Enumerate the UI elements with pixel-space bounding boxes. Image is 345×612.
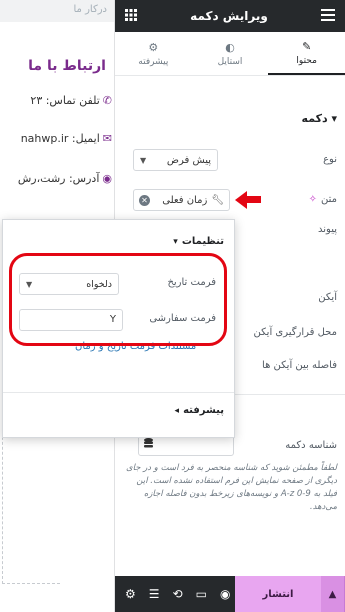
address-line: ◉ آدرس: رشت،رش	[18, 172, 112, 185]
wrench-icon[interactable]: 🔧︎	[211, 195, 224, 206]
responsive-mode-icon[interactable]: ▭	[196, 587, 207, 601]
type-select[interactable]: پیش فرض ▼	[133, 149, 218, 171]
hamburger-menu-icon[interactable]	[321, 7, 335, 25]
icon-position-label: محل قرارگیری آیکن	[253, 327, 337, 338]
publish-button[interactable]: انتشار	[235, 576, 321, 612]
phone-line: ✆ تلفن تماس: ۲۳	[30, 94, 112, 107]
tab-style[interactable]: ◐ استایل	[192, 32, 269, 75]
annotation-arrow-body	[247, 196, 261, 203]
email-text: ایمیل: nahwp.ir	[20, 132, 100, 145]
dynamic-tag-field[interactable]: 🔧︎ زمان فعلی ✕	[133, 189, 230, 211]
publish-group: انتشار ▲	[235, 576, 345, 612]
caret-left-icon: ◂	[174, 405, 180, 416]
ai-sparkle-icon[interactable]: ✧	[309, 194, 317, 205]
chevron-up-icon[interactable]: ▲	[321, 576, 345, 612]
icon-label: آیکن	[318, 292, 337, 303]
half-circle-icon: ◐	[225, 40, 235, 54]
caret-down-icon: ▾	[173, 236, 178, 247]
settings-gear-icon[interactable]: ⚙	[125, 587, 136, 601]
button-id-label: شناسه دکمه	[285, 440, 337, 451]
popover-divider	[3, 392, 234, 393]
email-line: ✉ ایمیل: nahwp.ir	[21, 132, 112, 145]
navigator-layers-icon[interactable]: ☰	[149, 587, 160, 601]
location-icon: ◉	[102, 172, 112, 185]
tab-advanced-label: پیشرفته	[138, 56, 169, 67]
remove-tag-icon[interactable]: ✕	[139, 194, 150, 206]
caret-down-icon: ▾	[327, 112, 337, 125]
envelope-icon: ✉	[102, 132, 112, 145]
widgets-grid-icon[interactable]	[125, 7, 137, 25]
annotation-highlight-box	[9, 253, 227, 346]
phone-icon: ✆	[102, 94, 112, 107]
tab-advanced[interactable]: ⚙ پیشرفته	[115, 32, 192, 75]
panel-title: ویرایش دکمه	[190, 9, 268, 23]
contact-heading: ارتباط با ما	[28, 58, 106, 74]
popover-advanced-toggle[interactable]: پیشرفته ◂	[175, 405, 224, 416]
panel-footer: ⚙ ☰ ⟲ ▭ ◉ انتشار ▲	[115, 576, 345, 612]
popover-title: تنظیمات	[181, 236, 224, 247]
address-text: آدرس: رشت،رش	[17, 172, 100, 185]
link-label: پیوند	[318, 224, 337, 235]
history-icon[interactable]: ⟲	[173, 587, 183, 601]
panel-header: ویرایش دکمه	[115, 0, 345, 32]
tab-content[interactable]: ✎ محتوا	[268, 32, 345, 75]
footer-tools: ⚙ ☰ ⟲ ▭ ◉	[115, 587, 230, 601]
tab-content-label: محتوا	[296, 55, 317, 66]
pencil-icon: ✎	[302, 39, 312, 53]
section-toggle-button[interactable]: ▾ دکمه	[302, 112, 337, 125]
section-title: دکمه	[301, 112, 328, 125]
popover-advanced-label: پیشرفته	[183, 405, 224, 416]
text-label: متن	[321, 194, 337, 205]
gear-icon: ⚙	[148, 40, 159, 54]
phone-text: تلفن تماس: ۲۳	[30, 94, 100, 107]
type-select-value: پیش فرض	[166, 154, 211, 166]
dynamic-tag-value: زمان فعلی	[162, 194, 208, 206]
type-label: نوع	[323, 154, 337, 165]
dynamic-tags-icon[interactable]	[144, 438, 153, 452]
panel-tabs: ✎ محتوا ◐ استایل ⚙ پیشرفته	[115, 32, 345, 76]
tab-style-label: استایل	[217, 56, 243, 67]
button-id-help-text: لطفاً مطمئن شوید که شناسه منحصر به فرد ا…	[126, 463, 337, 512]
canvas-search-text: درکار ما	[0, 0, 114, 22]
annotation-arrow-icon	[235, 191, 247, 209]
icon-spacing-label: فاصله بین آیکن ها	[262, 360, 337, 371]
popover-settings-toggle[interactable]: تنظیمات ▾	[173, 236, 224, 247]
preview-eye-icon[interactable]: ◉	[220, 587, 230, 601]
text-label-row: متن ✧	[309, 194, 337, 205]
chevron-down-icon: ▼	[140, 155, 147, 165]
